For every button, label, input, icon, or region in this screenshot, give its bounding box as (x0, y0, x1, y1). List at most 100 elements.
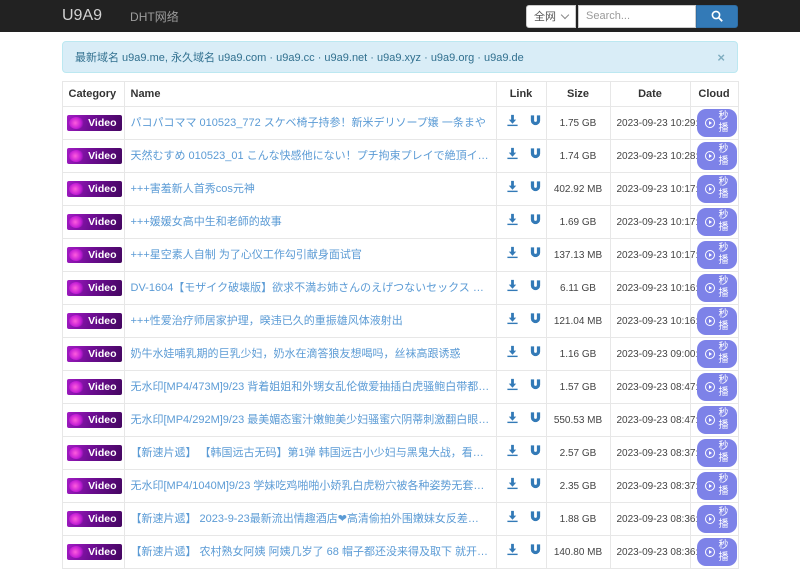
magnet-icon[interactable] (529, 114, 542, 132)
download-icon[interactable] (506, 213, 519, 231)
cloud-play-button[interactable]: 秒播 (696, 505, 737, 533)
magnet-icon[interactable] (529, 510, 542, 528)
torrent-name-link[interactable]: 无水印[MP4/473M]9/23 背着姐姐和外甥女乱伦做爱抽插白虎骚鲍白带都干… (131, 379, 490, 396)
cloud-play-button[interactable]: 秒播 (696, 340, 737, 368)
size-cell: 550.53 MB (545, 403, 611, 437)
torrent-name-link[interactable]: 【新速片遞】 农村熟女阿姨 阿姨几岁了 68 帽子都还没来得及取下 就开始了 被… (131, 544, 490, 561)
category-badge-video[interactable]: Video (66, 478, 122, 494)
thumbnail-art (68, 315, 84, 327)
category-badge-video[interactable]: Video (66, 313, 122, 329)
download-icon[interactable] (506, 312, 519, 330)
cloud-play-button[interactable]: 秒播 (696, 439, 737, 467)
download-icon[interactable] (506, 543, 519, 561)
category-badge-video[interactable]: Video (66, 181, 122, 197)
cloud-play-button[interactable]: 秒播 (696, 175, 737, 203)
magnet-icon[interactable] (529, 180, 542, 198)
download-icon[interactable] (506, 180, 519, 198)
size-cell: 121.04 MB (545, 304, 611, 338)
cloud-play-button[interactable]: 秒播 (696, 241, 737, 269)
category-badge-video[interactable]: Video (66, 148, 122, 164)
magnet-icon[interactable] (529, 147, 542, 165)
category-label: Video (88, 381, 117, 393)
date-cell: 2023-09-23 09:00:11 (609, 337, 709, 371)
cloud-play-button[interactable]: 秒播 (696, 109, 737, 137)
torrent-name-link[interactable]: 无水印[MP4/1040M]9/23 学妹吃鸡啪啪小娇乳白虎粉穴被各种姿势无套输… (131, 478, 490, 495)
download-icon[interactable] (506, 510, 519, 528)
size-cell: 1.88 GB (545, 502, 611, 536)
size-cell: 1.74 GB (545, 139, 611, 173)
magnet-icon[interactable] (529, 444, 542, 462)
category-badge-video[interactable]: Video (66, 511, 122, 527)
magnet-icon[interactable] (529, 378, 542, 396)
cloud-play-label: 秒播 (718, 375, 729, 398)
thumbnail-art (68, 513, 84, 525)
play-icon (704, 250, 715, 260)
torrent-name-link[interactable]: 无水印[MP4/292M]9/23 最美媚态蜜汁嫩鲍美少妇骚蜜穴阴蒂刺激翻白眼炮… (131, 412, 490, 429)
category-badge-video[interactable]: Video (66, 346, 122, 362)
magnet-icon[interactable] (529, 411, 542, 429)
cloud-play-button[interactable]: 秒播 (696, 406, 737, 434)
cloud-play-label: 秒播 (718, 177, 729, 200)
download-icon[interactable] (506, 246, 519, 264)
category-badge-video[interactable]: Video (66, 412, 122, 428)
magnet-icon[interactable] (529, 345, 542, 363)
download-icon[interactable] (506, 279, 519, 297)
nav-item-dht[interactable]: DHT网络 (130, 8, 179, 25)
torrent-name-link[interactable]: +++媛媛女高中生和老師的故事 (131, 214, 490, 231)
magnet-icon[interactable] (529, 477, 542, 495)
torrent-name-link[interactable]: パコパコママ 010523_772 スケベ椅子持参！新米デリソープ嬢 一条まや (131, 115, 490, 132)
magnet-icon[interactable] (529, 246, 542, 264)
magnet-icon[interactable] (529, 312, 542, 330)
torrent-name-link[interactable]: +++性爱治疗师居家护理，暌违已久的重振雄风体液射出 (131, 313, 490, 330)
col-header-category: Category (61, 81, 125, 107)
category-badge-video[interactable]: Video (66, 247, 122, 263)
magnet-icon[interactable] (529, 213, 542, 231)
date-cell: 2023-09-23 08:47:48 (609, 403, 709, 437)
search-scope-select[interactable]: 全网 (526, 4, 576, 28)
cloud-play-button[interactable]: 秒播 (696, 373, 737, 401)
torrent-name-link[interactable]: 【新速片遞】 【韩国远古无码】第1弹 韩国远古小少妇与黑鬼大战，看着大屌在韩国女… (131, 445, 490, 462)
category-badge-video[interactable]: Video (66, 115, 122, 131)
thumbnail-art (68, 183, 84, 195)
cloud-play-label: 秒播 (718, 441, 729, 464)
play-icon (704, 547, 715, 557)
download-icon[interactable] (506, 444, 519, 462)
category-badge-video[interactable]: Video (66, 214, 122, 230)
search-input[interactable] (578, 4, 696, 28)
cloud-play-button[interactable]: 秒播 (696, 208, 737, 236)
magnet-icon[interactable] (529, 279, 542, 297)
torrent-name-link[interactable]: +++害羞新人首秀cos元神 (131, 181, 490, 198)
torrent-table: Category Name Link Size Date Cloud Video… (61, 81, 739, 569)
download-icon[interactable] (506, 477, 519, 495)
torrent-name-link[interactable]: DV-1604【モザイク破壊版】欲求不満お姉さんのえげつないセックス 辰巳ゆい (131, 280, 490, 297)
category-badge-video[interactable]: Video (66, 544, 122, 560)
category-badge-video[interactable]: Video (66, 445, 122, 461)
thumbnail-art (68, 414, 84, 426)
search-scope-value: 全网 (534, 11, 556, 23)
torrent-name-link[interactable]: 【新速片遞】 2023-9-23最新流出情趣酒店❤高清偷拍外围嫩妹女反差婊穿上黑… (131, 511, 490, 528)
download-icon[interactable] (506, 114, 519, 132)
download-icon[interactable] (506, 411, 519, 429)
download-icon[interactable] (506, 378, 519, 396)
cloud-play-button[interactable]: 秒播 (696, 307, 737, 335)
notice-banner: 最新域名 u9a9.me, 永久域名 u9a9.com · u9a9.cc · … (62, 41, 738, 73)
cloud-play-button[interactable]: 秒播 (696, 538, 737, 566)
torrent-name-link[interactable]: +++星空素人自制 为了心仪工作勾引献身面试官 (131, 247, 490, 264)
category-badge-video[interactable]: Video (66, 379, 122, 395)
brand-logo[interactable]: U9A9 (62, 7, 102, 25)
torrent-name-link[interactable]: 奶牛水娃哺乳期的巨乳少妇，奶水在滴答狼友想喝吗，丝袜高跟诱惑 (131, 346, 490, 363)
download-icon[interactable] (506, 345, 519, 363)
cloud-play-button[interactable]: 秒播 (696, 274, 737, 302)
table-row: Video 【新速片遞】 农村熟女阿姨 阿姨几岁了 68 帽子都还没来得及取下 … (61, 535, 739, 569)
cloud-play-button[interactable]: 秒播 (696, 142, 737, 170)
close-icon[interactable]: × (717, 51, 725, 64)
size-cell: 2.57 GB (545, 436, 611, 470)
size-cell: 402.92 MB (545, 172, 611, 206)
torrent-name-link[interactable]: 天然むすめ 010523_01 こんな快感他にない！プチ拘束プレイで絶頂イキ 高… (131, 148, 490, 165)
cloud-play-button[interactable]: 秒播 (696, 472, 737, 500)
category-badge-video[interactable]: Video (66, 280, 122, 296)
download-icon[interactable] (506, 147, 519, 165)
magnet-icon[interactable] (529, 543, 542, 561)
search-button[interactable] (696, 4, 738, 28)
date-cell: 2023-09-23 08:47:54 (609, 370, 709, 404)
